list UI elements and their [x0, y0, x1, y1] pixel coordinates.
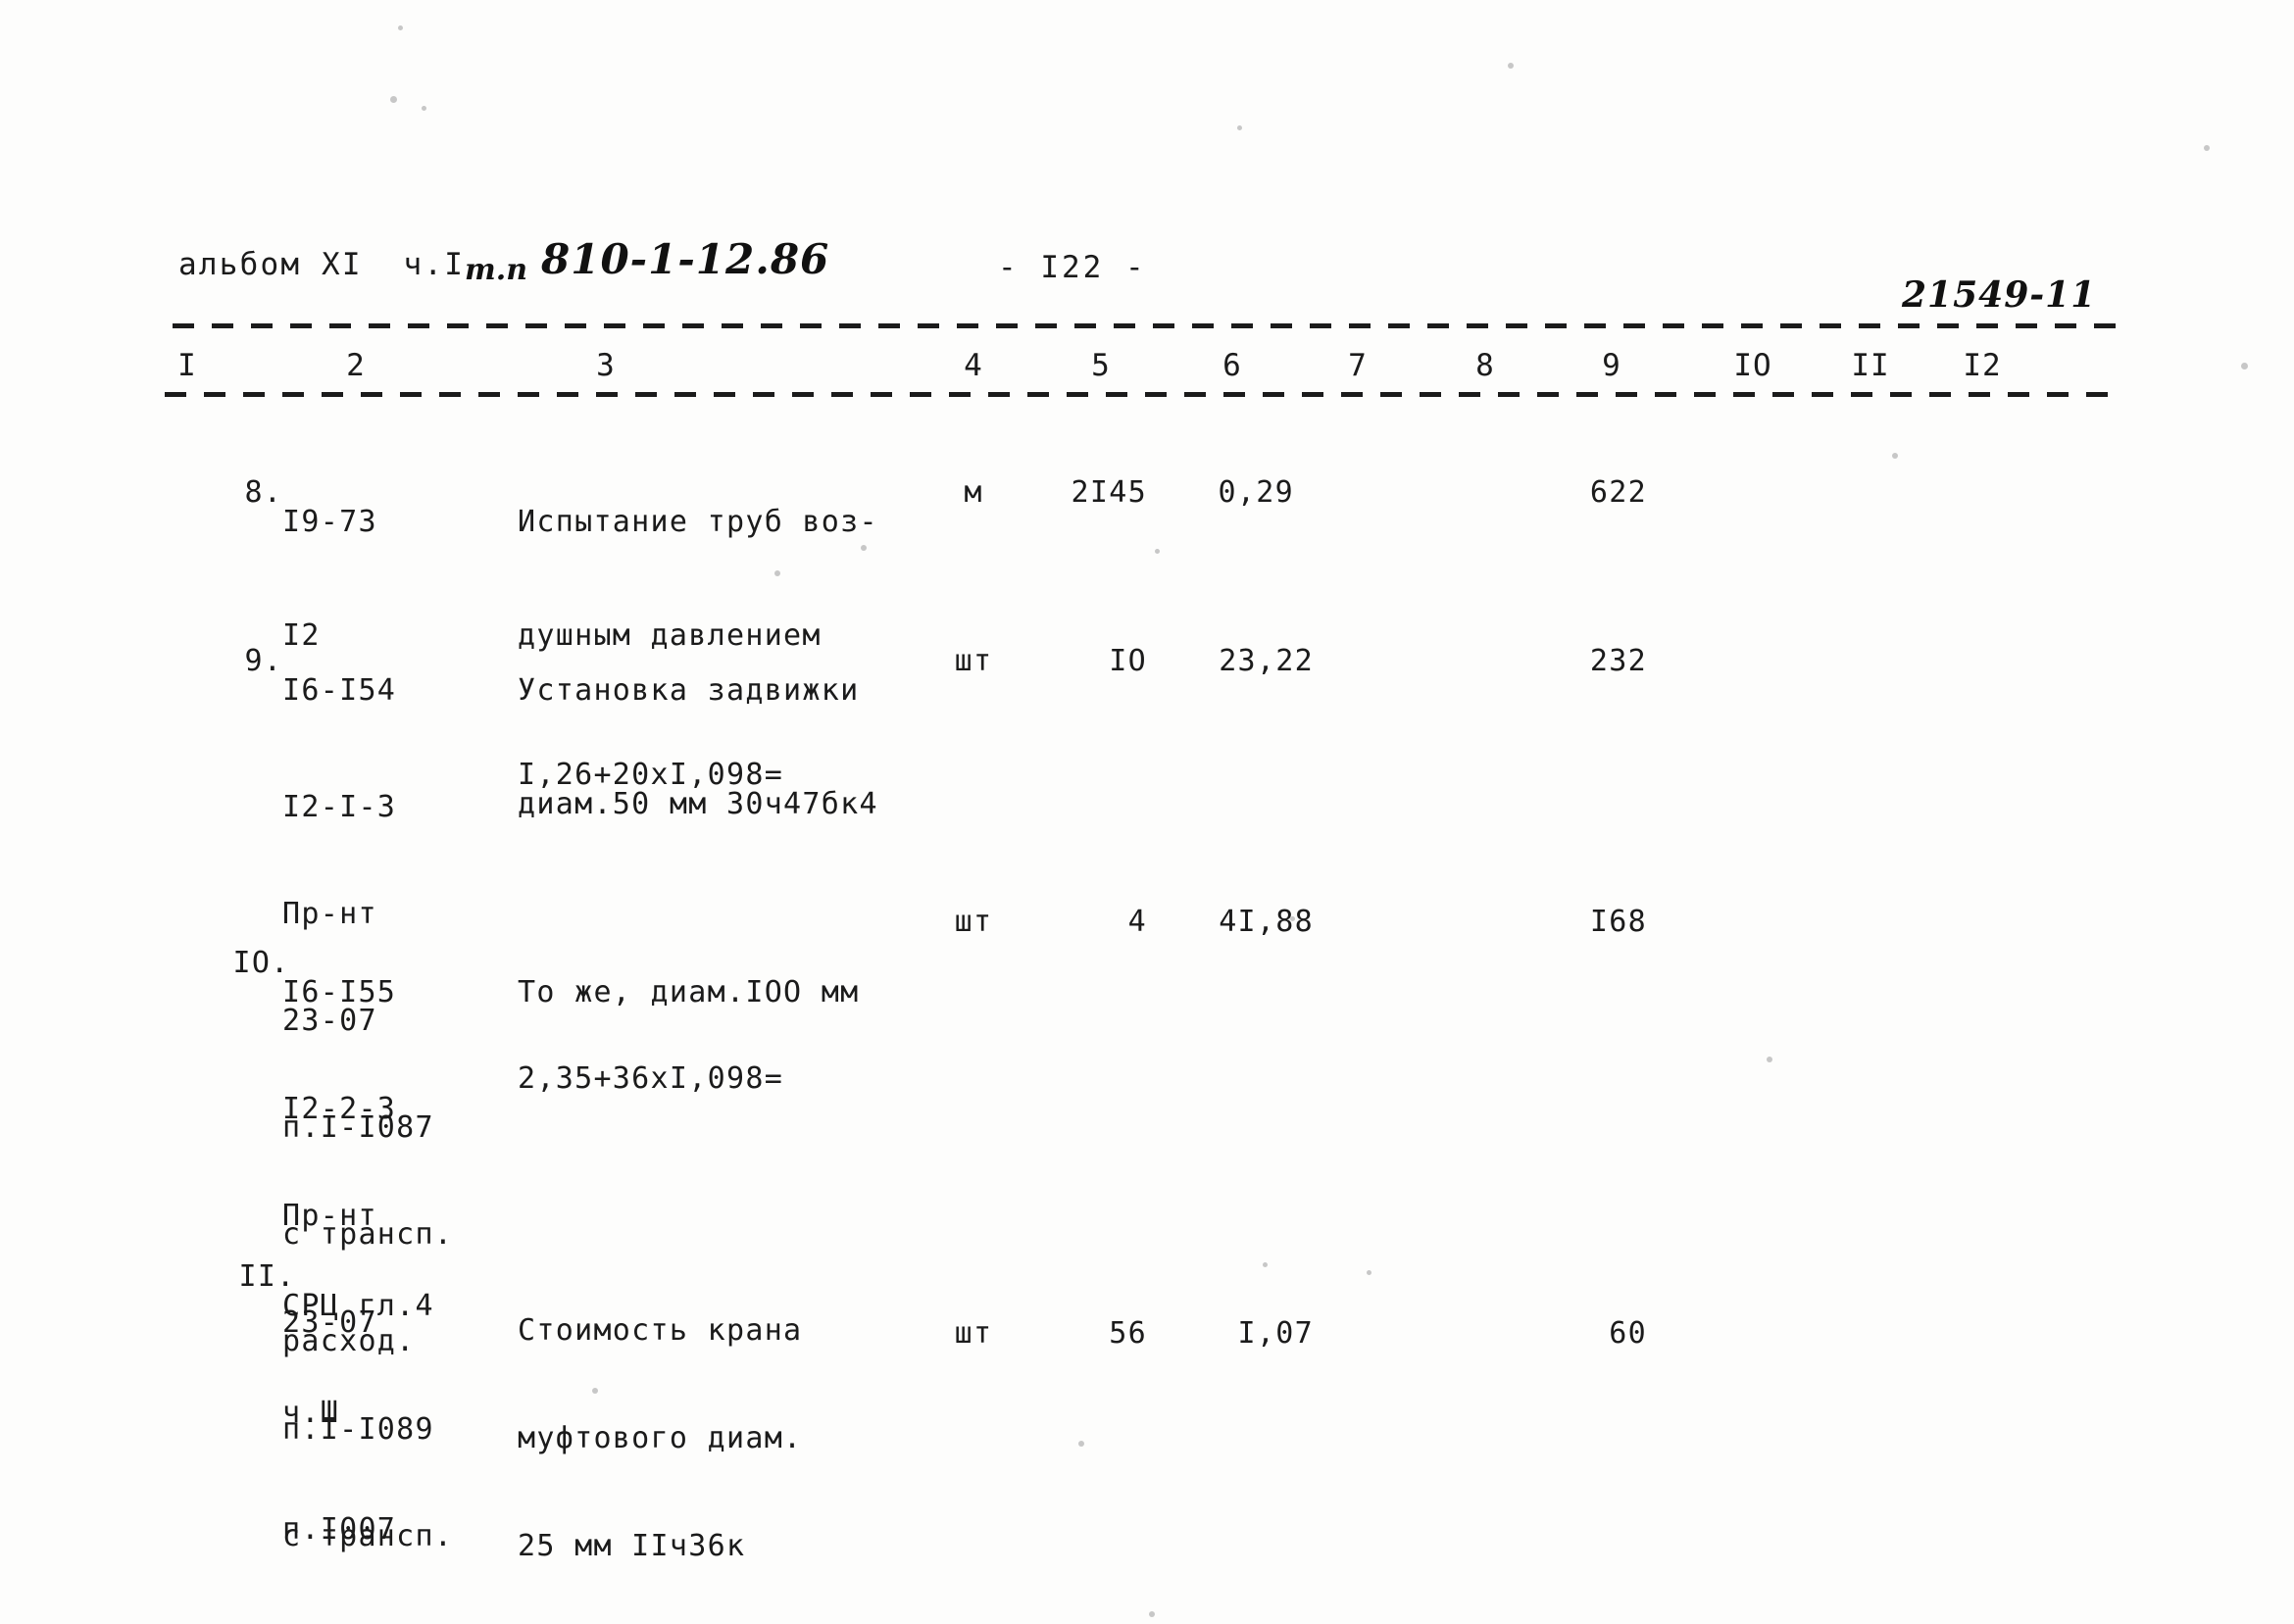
row-quantity: 4	[1127, 905, 1147, 939]
row-code-line: I9-73	[282, 505, 377, 539]
column-header-8: 8	[1475, 348, 1495, 383]
column-header-2: 2	[346, 348, 366, 383]
row-code-line: I2-2-3	[282, 1092, 397, 1126]
row-unit-price: I,07	[1237, 1316, 1314, 1351]
album-label: альбом XI ч.I	[178, 247, 466, 282]
row-code-cell: СРЦ гл.4 ч.Ш п.I007	[282, 1215, 434, 1620]
row-description-line: Установка задвижки	[518, 673, 860, 708]
scanned-document-page: альбом XI ч.I т.п 810-1-12.86 - I22 - 21…	[0, 0, 2294, 1624]
scan-speck	[2204, 145, 2210, 151]
column-header-10: IO	[1733, 348, 1772, 383]
row-description-cell: Стоимость крана муфтового диам. 25 мм II…	[518, 1240, 802, 1624]
row-total: 232	[1589, 644, 1647, 678]
table-row: II.	[163, 1215, 296, 1339]
column-header-4: 4	[964, 348, 983, 383]
scan-speck	[1892, 453, 1898, 459]
row-unit-price: 23,22	[1219, 644, 1314, 678]
row-description-cell: Установка задвижки диам.50 мм 30ч47бк4	[518, 600, 878, 895]
row-code-line: I6-I54	[282, 673, 397, 708]
row-quantity: 56	[1109, 1316, 1147, 1351]
row-formula: I,26+20xI,098=	[518, 758, 784, 792]
row-number: 9.	[244, 644, 283, 678]
scan-speck	[2241, 363, 2248, 369]
table-row: 8.	[169, 431, 282, 555]
row-description-line: муфтового диам.	[518, 1421, 803, 1455]
column-header-9: 9	[1602, 348, 1621, 383]
row-code-line: п.I007	[282, 1512, 397, 1547]
row-description-line: Испытание труб воз-	[518, 505, 878, 539]
row-code-line: СРЦ гл.4	[282, 1289, 434, 1323]
row-number: IO.	[232, 946, 290, 980]
row-code-line: I2-I-3	[282, 790, 397, 824]
album-code-hand-prefix: т.п	[465, 253, 527, 287]
scan-speck	[1155, 549, 1160, 554]
column-header-11: II	[1851, 348, 1890, 383]
row-total: 622	[1589, 475, 1647, 510]
row-code-line: I6-I55	[282, 975, 397, 1009]
table-rule-top	[173, 323, 2116, 328]
row-unit-price: 4I,88	[1219, 905, 1314, 939]
table-row: IO.	[157, 902, 290, 1025]
scan-speck	[422, 106, 426, 111]
scan-speck	[390, 96, 397, 103]
row-formula: 2,35+36xI,098=	[518, 1061, 784, 1096]
album-code-hand: 810-1-12.86	[541, 235, 830, 283]
column-header-3: 3	[596, 348, 616, 383]
column-header-7: 7	[1348, 348, 1368, 383]
row-unit: шт	[954, 644, 993, 678]
row-unit-price: 0,29	[1218, 475, 1294, 510]
scan-speck	[1263, 1262, 1268, 1267]
row-total: 60	[1609, 1316, 1647, 1351]
row-description-line: 25 мм IIч36к	[518, 1529, 746, 1563]
row-quantity: 2I45	[1071, 475, 1147, 510]
row-code-line: ч.Ш	[282, 1396, 340, 1430]
row-total: I68	[1589, 905, 1647, 939]
column-header-12: I2	[1963, 348, 2002, 383]
row-description-line: То же, диам.IOO мм	[518, 975, 860, 1009]
column-header-6: 6	[1222, 348, 1242, 383]
scan-speck	[1078, 1441, 1084, 1447]
row-description-line: Стоимость крана	[518, 1313, 803, 1348]
column-header-5: 5	[1091, 348, 1111, 383]
table-rule-bottom	[165, 392, 2118, 397]
scan-speck	[1237, 125, 1242, 130]
row-number: 8.	[244, 475, 283, 510]
column-header-1: I	[177, 348, 197, 383]
page-number: - I22 -	[998, 250, 1147, 285]
archive-stamp-hand: 21549-11	[1902, 274, 2097, 316]
row-description-cell: То же, диам.IOO мм	[518, 902, 860, 1083]
row-quantity: IO	[1109, 644, 1147, 678]
scan-speck	[1367, 1270, 1371, 1275]
table-row: 9.	[169, 600, 282, 723]
scan-speck	[1508, 63, 1514, 69]
scan-speck	[398, 25, 403, 30]
row-unit: шт	[954, 1316, 993, 1351]
row-unit: шт	[954, 905, 993, 939]
scan-speck	[1767, 1057, 1772, 1062]
scan-speck	[1149, 1611, 1155, 1617]
row-unit: м	[964, 475, 983, 510]
